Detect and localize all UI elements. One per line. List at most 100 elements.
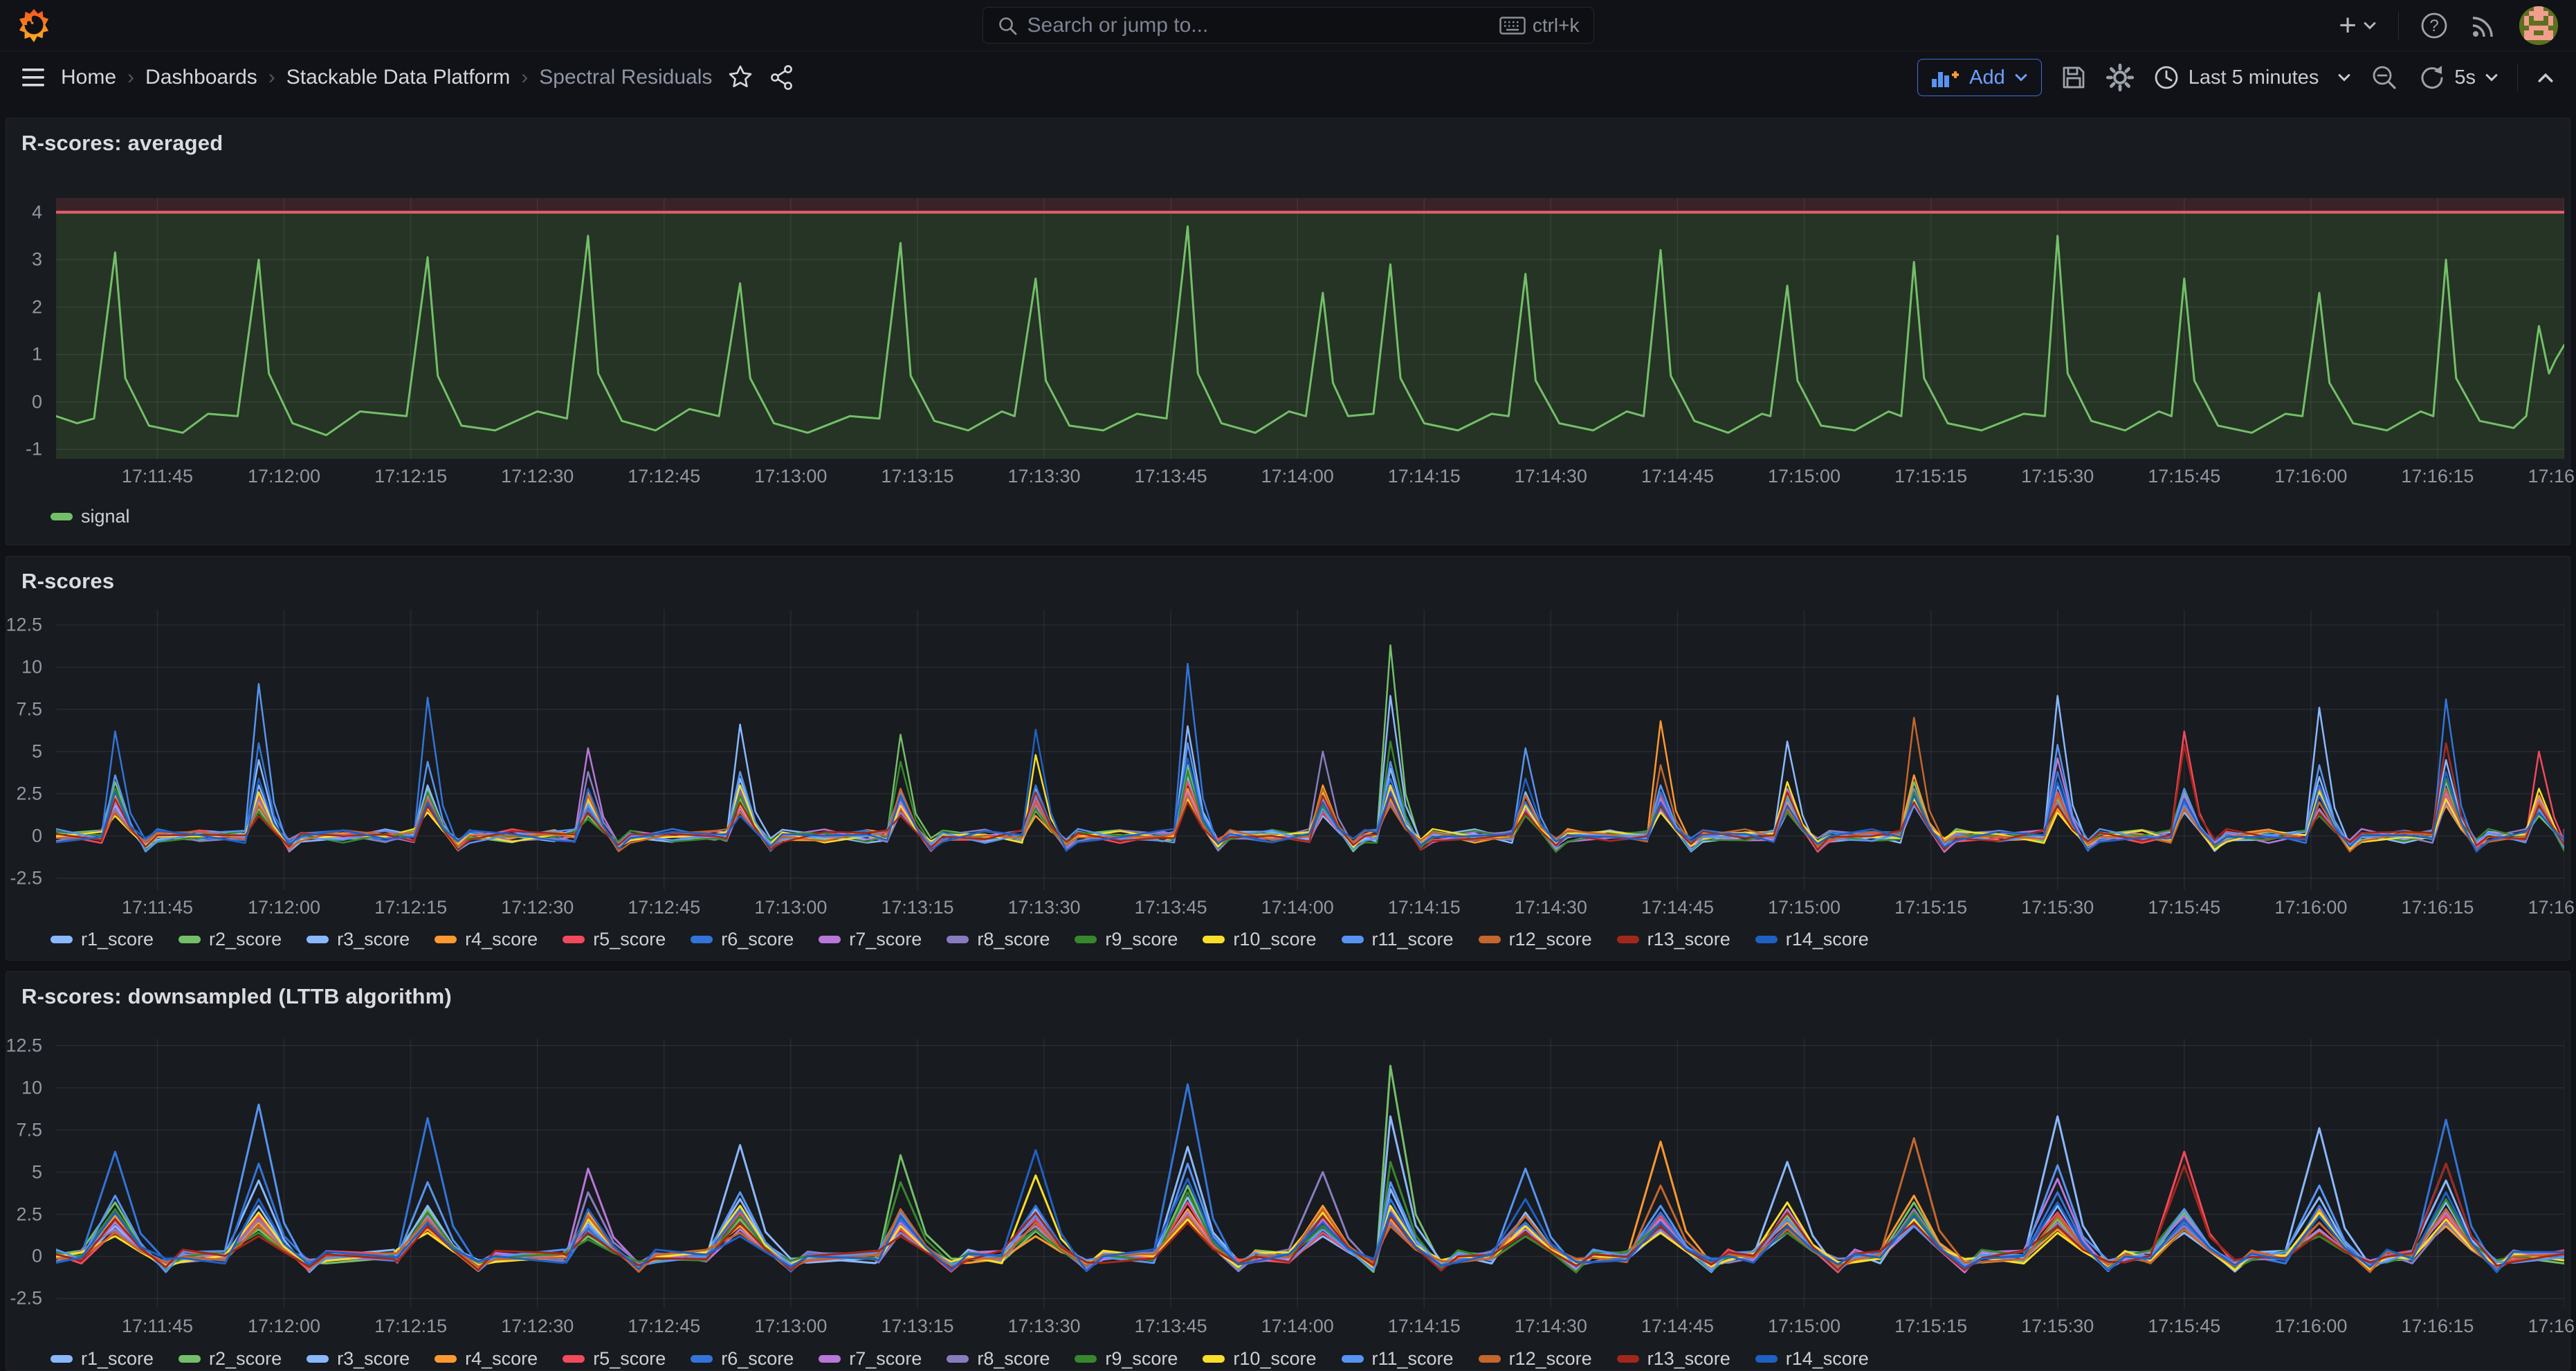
panel-title[interactable]: R-scores xyxy=(21,569,114,594)
legend-item-r1_score[interactable]: r1_score xyxy=(51,1348,154,1370)
refresh-interval-picker[interactable]: 5s xyxy=(2454,66,2499,89)
legend-item-r10_score[interactable]: r10_score xyxy=(1203,1348,1316,1370)
breadcrumb-separator: › xyxy=(521,66,528,89)
legend-swatch xyxy=(1203,936,1225,943)
legend-item-r13_score[interactable]: r13_score xyxy=(1617,1348,1730,1370)
legend-item-r6_score[interactable]: r6_score xyxy=(691,929,794,950)
legend-item-r14_score[interactable]: r14_score xyxy=(1755,929,1869,950)
time-series-plot[interactable] xyxy=(56,610,2564,890)
legend-swatch xyxy=(51,1355,73,1363)
legend-swatch xyxy=(1617,936,1639,943)
x-tick-label: 17:15:45 xyxy=(2148,897,2220,918)
x-tick-label: 17:16:15 xyxy=(2401,1316,2474,1337)
x-tick-label: 17:12:15 xyxy=(374,1316,447,1337)
legend-item-r9_score[interactable]: r9_score xyxy=(1075,929,1178,950)
add-panel-button[interactable]: Add xyxy=(1917,59,2042,96)
x-tick-label: 17:12:00 xyxy=(248,1316,320,1337)
legend-item-r8_score[interactable]: r8_score xyxy=(947,929,1050,950)
legend-item-r4_score[interactable]: r4_score xyxy=(435,929,538,950)
y-axis: 43210-1 xyxy=(6,198,48,459)
favorite-button[interactable] xyxy=(727,64,753,91)
x-tick-label: 17:15:15 xyxy=(1894,897,1967,918)
x-tick-label: 17:15:15 xyxy=(1894,466,1967,487)
legend-swatch xyxy=(1342,1355,1364,1363)
legend-item-r11_score[interactable]: r11_score xyxy=(1342,1348,1454,1370)
chevron-down-icon xyxy=(2362,20,2377,31)
legend-item-r5_score[interactable]: r5_score xyxy=(563,1348,666,1370)
collapse-toolbar-button[interactable] xyxy=(2536,71,2555,84)
zoom-out-time-button[interactable] xyxy=(2370,63,2399,92)
legend-item-r2_score[interactable]: r2_score xyxy=(179,929,282,950)
share-button[interactable] xyxy=(769,64,795,91)
panel-title[interactable]: R-scores: averaged xyxy=(21,131,223,156)
x-tick-label: 17:14:00 xyxy=(1261,466,1334,487)
legend-item-r3_score[interactable]: r3_score xyxy=(307,929,410,950)
legend-item-r10_score[interactable]: r10_score xyxy=(1203,929,1316,950)
breadcrumb-home[interactable]: Home xyxy=(61,66,116,89)
legend-item-r4_score[interactable]: r4_score xyxy=(435,1348,538,1370)
legend-swatch xyxy=(691,1355,713,1363)
y-axis: 12.5107.552.50-2.5 xyxy=(6,610,48,890)
search-box[interactable]: ctrl+k xyxy=(983,7,1594,44)
x-tick-label: 17:15:30 xyxy=(2021,1316,2094,1337)
y-tick-label: -2.5 xyxy=(10,1288,42,1309)
create-new-button[interactable]: + xyxy=(2339,10,2377,41)
menu-button[interactable] xyxy=(21,67,46,88)
shortcut-label: ctrl+k xyxy=(1533,15,1580,37)
x-tick-label: 17:14:15 xyxy=(1388,897,1461,918)
legend-swatch xyxy=(563,936,585,943)
time-series-plot[interactable] xyxy=(56,198,2564,459)
legend-item-r1_score[interactable]: r1_score xyxy=(51,929,154,950)
legend-swatch xyxy=(819,936,841,943)
x-axis: 17:11:4517:12:0017:12:1517:12:3017:12:45… xyxy=(56,897,2564,920)
x-tick-label: 17:15:00 xyxy=(1768,466,1840,487)
legend: r1_score r2_score r3_score r4_score r5_score… xyxy=(51,1348,2556,1370)
legend-swatch xyxy=(1479,936,1501,943)
refresh-button[interactable] xyxy=(2417,63,2446,92)
grafana-logo-icon[interactable] xyxy=(18,8,50,43)
breadcrumb-current: Spectral Residuals xyxy=(539,66,712,89)
panel-r-scores-averaged: R-scores: averaged 43210-1 17:11:4517:12… xyxy=(6,118,2570,545)
panel-title[interactable]: R-scores: downsampled (LTTB algorithm) xyxy=(21,984,452,1009)
time-range-label: Last 5 minutes xyxy=(2189,66,2319,89)
help-button[interactable]: ? xyxy=(2420,11,2449,40)
legend-item-r7_score[interactable]: r7_score xyxy=(819,1348,922,1370)
legend-item-r13_score[interactable]: r13_score xyxy=(1617,929,1730,950)
legend-swatch xyxy=(1203,1355,1225,1363)
legend-item-r12_score[interactable]: r12_score xyxy=(1479,929,1592,950)
legend-item-r5_score[interactable]: r5_score xyxy=(563,929,666,950)
save-dashboard-button[interactable] xyxy=(2060,64,2088,91)
legend-swatch xyxy=(1755,936,1778,943)
y-tick-label: 10 xyxy=(21,1077,42,1098)
legend-item-r12_score[interactable]: r12_score xyxy=(1479,1348,1592,1370)
legend-item-r2_score[interactable]: r2_score xyxy=(179,1348,282,1370)
x-tick-label: 17:12:15 xyxy=(374,466,447,487)
legend-label: r6_score xyxy=(721,929,794,950)
legend-item-r6_score[interactable]: r6_score xyxy=(691,1348,794,1370)
legend-item-r9_score[interactable]: r9_score xyxy=(1075,1348,1178,1370)
time-range-picker[interactable]: Last 5 minutes xyxy=(2153,64,2353,91)
legend-item-signal[interactable]: signal xyxy=(51,506,130,527)
news-button[interactable] xyxy=(2469,11,2499,40)
user-avatar[interactable] xyxy=(2519,6,2558,45)
x-tick-label: 17:16:30 xyxy=(2528,466,2576,487)
legend-label: r13_score xyxy=(1647,1348,1730,1370)
legend-label: r12_score xyxy=(1509,1348,1592,1370)
legend-label: r5_score xyxy=(593,929,666,950)
dashboard-settings-button[interactable] xyxy=(2105,63,2135,92)
breadcrumb-folder[interactable]: Stackable Data Platform xyxy=(286,66,510,89)
chevron-down-icon xyxy=(2337,72,2352,83)
breadcrumb-dashboards[interactable]: Dashboards xyxy=(145,66,257,89)
legend-swatch xyxy=(1342,936,1364,943)
x-tick-label: 17:14:45 xyxy=(1641,466,1714,487)
y-tick-label: -1 xyxy=(26,439,42,460)
legend-item-r14_score[interactable]: r14_score xyxy=(1755,1348,1869,1370)
legend-item-r3_score[interactable]: r3_score xyxy=(307,1348,410,1370)
y-tick-label: 0 xyxy=(32,1246,42,1267)
search-input[interactable] xyxy=(1027,14,1490,37)
time-series-plot[interactable] xyxy=(56,1039,2564,1309)
legend-item-r8_score[interactable]: r8_score xyxy=(947,1348,1050,1370)
legend-item-r11_score[interactable]: r11_score xyxy=(1342,929,1454,950)
legend-item-r7_score[interactable]: r7_score xyxy=(819,929,922,950)
divider xyxy=(2398,12,2399,39)
